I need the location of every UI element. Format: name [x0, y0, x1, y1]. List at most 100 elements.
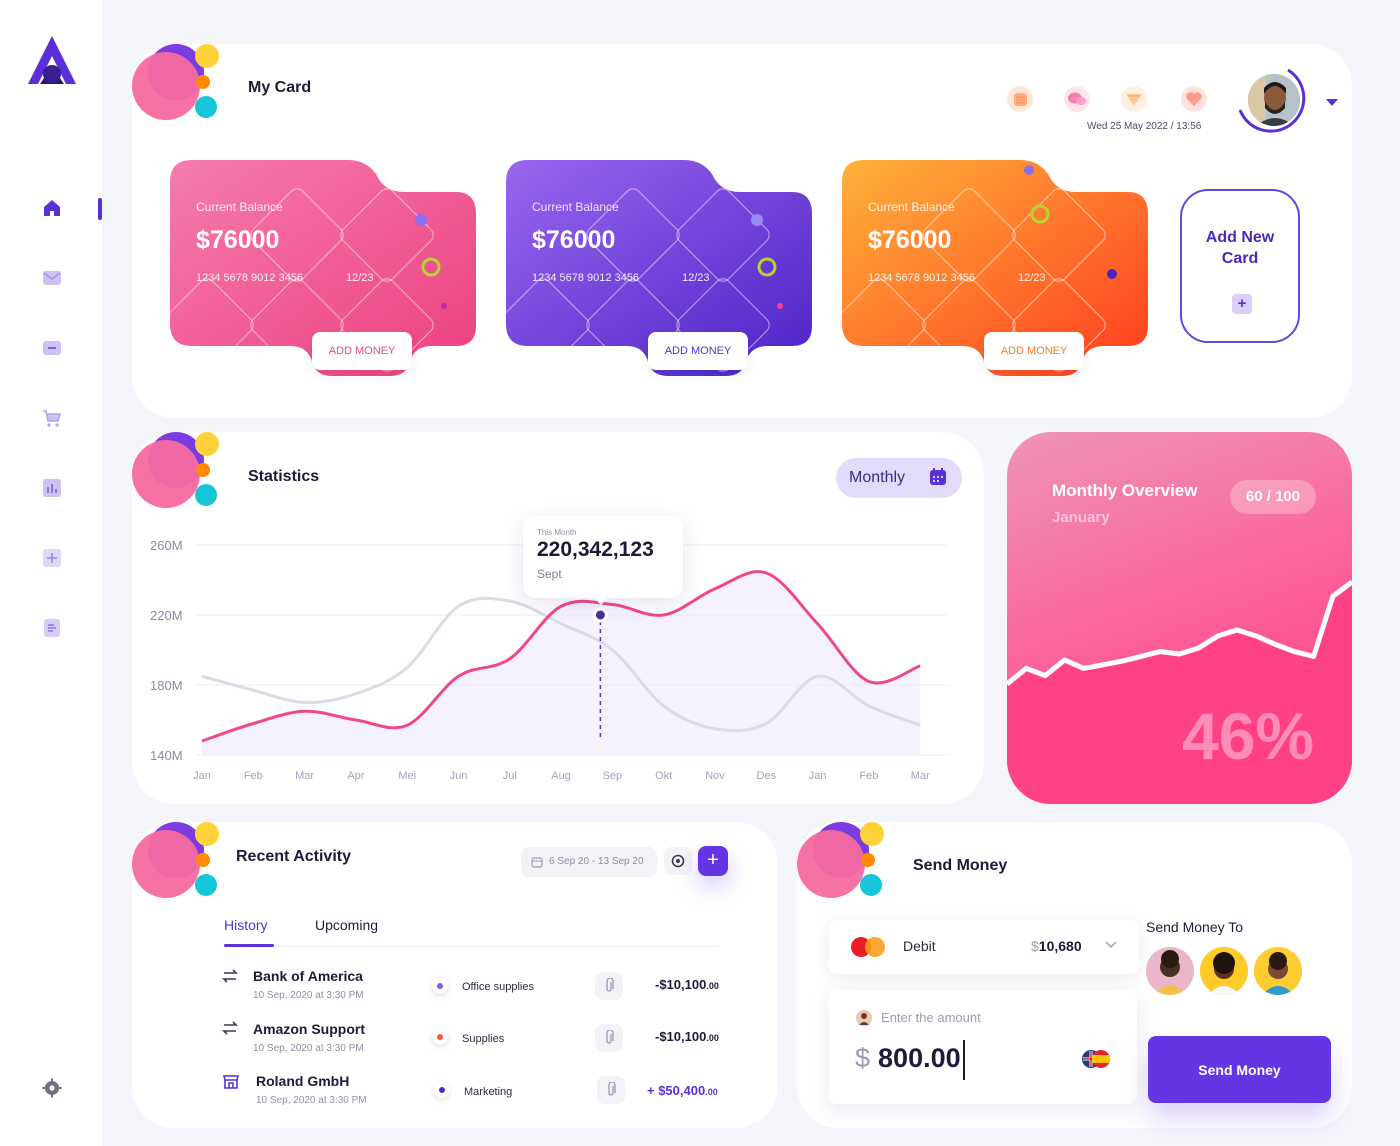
tooltip-caption: This Month: [537, 528, 577, 537]
send-money-button[interactable]: Send Money: [1148, 1036, 1331, 1103]
activity-name[interactable]: Roland GmbH: [256, 1073, 349, 1089]
category-dot: [432, 978, 448, 994]
decorative-blob-icon: [797, 822, 884, 898]
x-axis-tick: Feb: [859, 770, 879, 782]
chevron-down-icon[interactable]: [1325, 97, 1339, 107]
category-dot: [434, 1082, 450, 1098]
recent-activity-title: Recent Activity: [236, 848, 351, 865]
plus-icon: +: [1232, 294, 1252, 314]
activity-name[interactable]: Amazon Support: [253, 1021, 365, 1037]
x-axis-tick: Mei: [398, 770, 417, 782]
activity-category: Marketing: [464, 1086, 513, 1098]
current-datetime: Wed 25 May 2022 / 13:56: [1087, 121, 1202, 132]
add-new-card-button[interactable]: Add New Card +: [1180, 189, 1300, 343]
amount-input[interactable]: $800.00: [855, 1040, 1055, 1080]
contact-photo-icon: [1200, 947, 1248, 995]
x-axis-tick: Jul: [502, 770, 517, 782]
sidebar-item-settings[interactable]: [36, 1072, 68, 1104]
contact-photo-icon: [1146, 947, 1194, 995]
amount-cents: .00: [705, 1087, 718, 1097]
contact-avatar[interactable]: [1200, 947, 1248, 995]
monthly-overview-card[interactable]: Monthly Overview January 60 / 100 46%: [1007, 432, 1352, 804]
card-expiry: 12/23: [1018, 272, 1046, 284]
store-icon: [222, 1075, 240, 1089]
contact-avatar[interactable]: [1146, 947, 1194, 995]
x-axis-tick: Mar: [295, 770, 315, 782]
activity-settings-button[interactable]: [664, 847, 692, 875]
currency-symbol: $: [855, 1043, 871, 1074]
attachment-button[interactable]: [595, 1024, 623, 1052]
activity-amount: -$10,100.00: [655, 1029, 719, 1044]
plus-icon: +: [707, 849, 719, 871]
x-axis-tick: Aug: [551, 770, 571, 782]
highlight-point[interactable]: [592, 607, 608, 623]
notification-icon[interactable]: [1121, 86, 1147, 112]
tab-history[interactable]: History: [224, 917, 268, 933]
activity-amount: -$10,100.00: [655, 977, 719, 992]
user-avatar-small-icon: [856, 1010, 872, 1026]
account-balance: $10,680: [1031, 938, 1082, 954]
x-axis-tick: Jan: [808, 770, 827, 782]
user-avatar-button[interactable]: [1236, 66, 1308, 134]
gear-icon: [671, 854, 685, 868]
account-select[interactable]: Debit $10,680: [829, 920, 1139, 974]
amount-value: 800.00: [878, 1043, 961, 1074]
tooltip-value: 220,342,123: [537, 538, 654, 561]
date-range-picker[interactable]: 6 Sep 20 - 13 Sep 20: [521, 847, 657, 877]
chevron-down-icon: [1105, 941, 1117, 949]
paperclip-icon: [606, 1030, 614, 1044]
x-axis-tick: Des: [756, 770, 777, 782]
overview-score-badge: 60 / 100: [1230, 480, 1316, 514]
gear-icon: [42, 1078, 62, 1098]
add-activity-button[interactable]: +: [698, 846, 728, 876]
amount-value: + $50,400: [647, 1083, 706, 1098]
chart-tooltip: This Month 220,342,123 Sept: [523, 516, 683, 605]
calendar-icon: [531, 857, 543, 868]
activity-category: Supplies: [462, 1033, 505, 1045]
amount-cents: .00: [706, 981, 719, 991]
series-area-fill: [202, 571, 921, 755]
x-axis-tick: Feb: [243, 770, 263, 782]
amount-placeholder: Enter the amount: [881, 1010, 981, 1025]
x-axis-tick: Okt: [655, 770, 673, 782]
tooltip-arrow: [593, 596, 609, 605]
send-money-title: Send Money: [913, 857, 1008, 874]
x-axis-tick: Apr: [347, 770, 365, 782]
tabs-divider: [224, 946, 718, 947]
overview-month: January: [1052, 509, 1110, 526]
send-money-to-label: Send Money To: [1146, 919, 1244, 935]
x-axis-tick: Jan: [193, 770, 211, 782]
amount-cents: .00: [706, 1033, 719, 1043]
active-tab-indicator: [224, 944, 274, 947]
transfer-icon: [222, 969, 238, 983]
amount-value: -$10,100: [655, 1029, 707, 1044]
attachment-button[interactable]: [597, 1076, 625, 1104]
amount-value: -$10,100: [655, 977, 707, 992]
activity-name[interactable]: Bank of America: [253, 968, 363, 984]
tab-upcoming[interactable]: Upcoming: [315, 917, 378, 933]
balance-value: 10,680: [1038, 938, 1082, 954]
contact-avatar[interactable]: [1254, 947, 1302, 995]
date-range-text: 6 Sep 20 - 13 Sep 20: [549, 856, 644, 867]
paperclip-icon: [606, 978, 614, 992]
activity-category: Office supplies: [462, 981, 534, 993]
overview-title: Monthly Overview: [1052, 481, 1198, 500]
text-cursor: [962, 1040, 965, 1080]
statistics-line-chart: [196, 544, 950, 756]
x-axis-tick: Sep: [602, 770, 623, 782]
activity-date: 10 Sep, 2020 at 3:30 PM: [253, 1043, 364, 1054]
activity-amount: + $50,400.00: [647, 1083, 718, 1098]
x-axis-tick: Jun: [449, 770, 468, 782]
amount-field[interactable]: Enter the amount $800.00: [829, 990, 1137, 1104]
attachment-button[interactable]: [595, 972, 623, 1000]
account-type: Debit: [903, 938, 936, 954]
overview-percent: 46%: [1182, 699, 1315, 773]
chat-icon[interactable]: [1064, 86, 1090, 112]
transfer-icon: [222, 1021, 238, 1035]
currency-flags-icon[interactable]: [1081, 1048, 1111, 1070]
x-axis-tick: Mar: [910, 770, 930, 782]
calendar-icon[interactable]: [1007, 86, 1033, 112]
decorative-blob-icon: [132, 822, 219, 898]
mastercard-icon: [851, 937, 885, 957]
heart-icon[interactable]: [1181, 86, 1207, 112]
